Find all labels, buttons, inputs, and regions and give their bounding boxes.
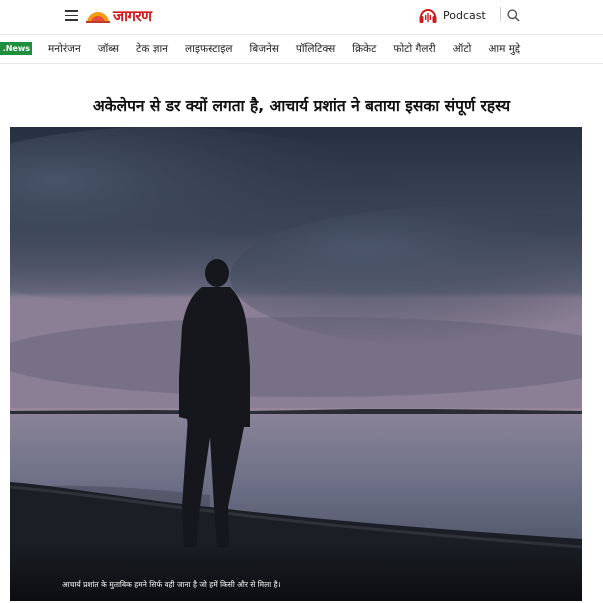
- nav-items: मनोरंजन जॉब्स टेक ज्ञान लाइफस्टाइल बिजने…: [48, 35, 537, 63]
- nav-item-cricket[interactable]: क्रिकेट: [352, 42, 376, 56]
- header-divider: [500, 7, 501, 21]
- search-icon: [506, 8, 520, 22]
- nav-item-jobs[interactable]: जॉब्स: [98, 42, 119, 56]
- site-logo[interactable]: जागरण: [86, 6, 152, 26]
- nav-item-lifestyle[interactable]: लाइफस्टाइल: [185, 42, 232, 56]
- podcast-link[interactable]: Podcast: [418, 6, 486, 24]
- logo-text: जागरण: [113, 7, 152, 25]
- article-image: [10, 127, 582, 601]
- sun-logo-icon: [86, 12, 110, 23]
- image-caption: आचार्य प्रशांत के मुताबिक हमने सिर्फ वही…: [62, 580, 281, 589]
- nav-item-photo-gallery[interactable]: फोटो गैलरी: [393, 42, 435, 56]
- nav-item-auto[interactable]: ऑटो: [453, 42, 472, 56]
- menu-icon[interactable]: [65, 10, 78, 21]
- top-header: जागरण Podcast: [0, 0, 603, 32]
- category-nav: .News मनोरंजन जॉब्स टेक ज्ञान लाइफस्टाइल…: [0, 34, 603, 64]
- nav-item-politics[interactable]: पॉलिटिक्स: [296, 42, 335, 56]
- nav-item-tech[interactable]: टेक ज्ञान: [136, 42, 168, 56]
- news-badge[interactable]: .News: [0, 42, 32, 55]
- nav-item-business[interactable]: बिजनेस: [249, 42, 278, 56]
- search-button[interactable]: [502, 5, 524, 25]
- nav-item-common-issues[interactable]: आम मुद्दे: [488, 42, 520, 56]
- nav-item-entertainment[interactable]: मनोरंजन: [48, 42, 81, 56]
- article-headline: अकेलेपन से डर क्यों लगता है, आचार्य प्रश…: [92, 97, 511, 115]
- podcast-icon: [419, 9, 437, 23]
- podcast-label: Podcast: [443, 8, 486, 22]
